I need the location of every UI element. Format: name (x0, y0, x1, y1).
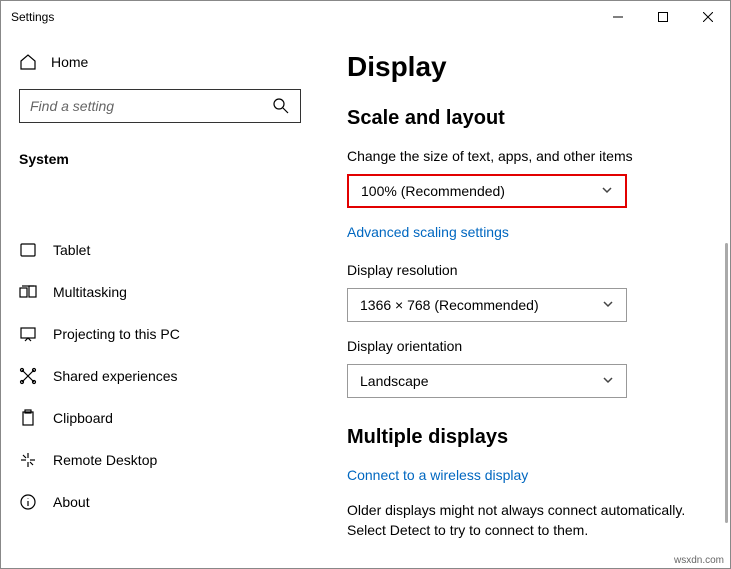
orientation-dropdown[interactable]: Landscape (347, 364, 627, 398)
section-heading-scale: Scale and layout (347, 107, 706, 130)
detect-note: Older displays might not always connect … (347, 501, 687, 540)
sidebar-item-shared[interactable]: Shared experiences (1, 355, 319, 397)
minimize-button[interactable] (595, 1, 640, 33)
home-icon (19, 53, 37, 71)
multitasking-icon (19, 283, 37, 301)
maximize-button[interactable] (640, 1, 685, 33)
window-title: Settings (11, 10, 595, 24)
orientation-value: Landscape (360, 373, 429, 389)
advanced-scaling-link[interactable]: Advanced scaling settings (347, 224, 509, 240)
search-box[interactable] (19, 89, 301, 123)
page-title: Display (347, 51, 706, 83)
remote-icon (19, 451, 37, 469)
window-controls (595, 1, 730, 33)
shared-icon (19, 367, 37, 385)
resolution-label: Display resolution (347, 262, 706, 278)
scale-dropdown[interactable]: 100% (Recommended) (347, 174, 627, 208)
chevron-down-icon (602, 373, 614, 389)
scrollbar[interactable] (725, 243, 728, 523)
titlebar: Settings (1, 1, 730, 33)
sidebar-item-tablet[interactable]: Tablet (1, 229, 319, 271)
sidebar-item-about[interactable]: About (1, 481, 319, 523)
section-heading-multiple: Multiple displays (347, 426, 706, 449)
wireless-display-link[interactable]: Connect to a wireless display (347, 467, 528, 483)
main-content: Display Scale and layout Change the size… (319, 33, 730, 568)
sidebar-item-multitasking[interactable]: Multitasking (1, 271, 319, 313)
nav-list: Tablet Multitasking Projecting to this P… (1, 185, 319, 523)
sidebar-item-clipboard[interactable]: Clipboard (1, 397, 319, 439)
sidebar-item-label: Shared experiences (53, 368, 178, 384)
resolution-dropdown[interactable]: 1366 × 768 (Recommended) (347, 288, 627, 322)
tablet-icon (19, 241, 37, 259)
search-icon (272, 97, 290, 115)
sidebar-item-label: Remote Desktop (53, 452, 157, 468)
clipboard-icon (19, 409, 37, 427)
about-icon (19, 493, 37, 511)
sidebar-item-label: Projecting to this PC (53, 326, 180, 342)
resolution-value: 1366 × 768 (Recommended) (360, 297, 539, 313)
sidebar-item-label: Clipboard (53, 410, 113, 426)
category-label: System (19, 143, 301, 175)
scale-value: 100% (Recommended) (361, 183, 505, 199)
sidebar-item-projecting[interactable]: Projecting to this PC (1, 313, 319, 355)
sidebar: Home System Tablet Multitasking Projecti… (1, 33, 319, 568)
sidebar-item-label: Multitasking (53, 284, 127, 300)
home-nav[interactable]: Home (19, 47, 301, 89)
sidebar-item-label: About (53, 494, 90, 510)
chevron-down-icon (602, 297, 614, 313)
projecting-icon (19, 325, 37, 343)
chevron-down-icon (601, 183, 613, 199)
search-input[interactable] (30, 98, 272, 114)
sidebar-item-remote[interactable]: Remote Desktop (1, 439, 319, 481)
close-button[interactable] (685, 1, 730, 33)
sidebar-item-label: Tablet (53, 242, 90, 258)
home-label: Home (51, 54, 88, 70)
orientation-label: Display orientation (347, 338, 706, 354)
watermark: wsxdn.com (674, 555, 724, 566)
scale-label: Change the size of text, apps, and other… (347, 148, 706, 164)
